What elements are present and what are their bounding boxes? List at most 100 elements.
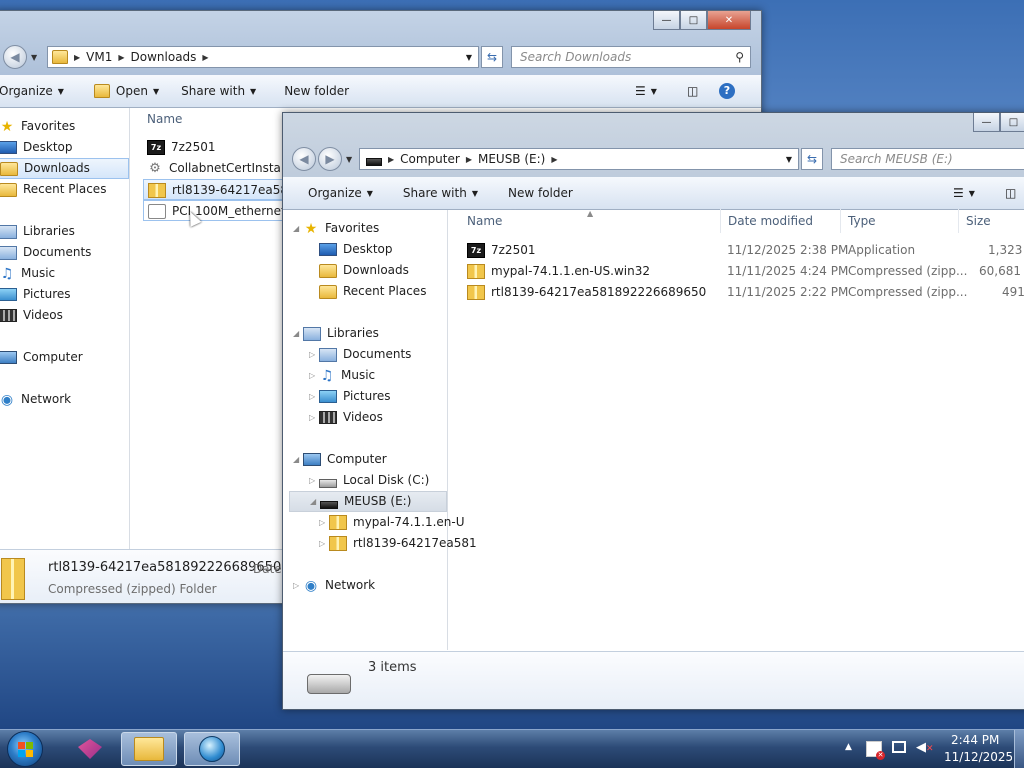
breadcrumb-vm1[interactable]: VM1 bbox=[80, 50, 118, 64]
nav-network[interactable]: ◉ Network bbox=[0, 389, 71, 410]
expand-triangle-icon[interactable]: ▷ bbox=[309, 407, 319, 428]
new-folder-button[interactable]: New folder bbox=[500, 186, 581, 200]
column-header-name[interactable]: Name bbox=[467, 209, 502, 233]
file-row[interactable]: ⚙ CollabnetCertInstaller bbox=[147, 158, 300, 179]
nav-favorites[interactable]: ◢ ★ Favorites bbox=[293, 218, 379, 239]
collapse-triangle-icon[interactable]: ◢ bbox=[293, 323, 303, 344]
nav-label: Computer bbox=[23, 350, 83, 364]
expand-triangle-icon[interactable]: ▷ bbox=[319, 512, 329, 533]
back-button[interactable]: ◀ bbox=[292, 147, 316, 171]
nav-downloads[interactable]: Downloads bbox=[319, 260, 409, 281]
minimize-button[interactable]: — bbox=[973, 113, 1000, 132]
windows-logo-icon bbox=[17, 741, 33, 757]
nav-documents[interactable]: Documents bbox=[0, 242, 91, 263]
show-hidden-icons-button[interactable]: ▲ bbox=[845, 742, 852, 752]
column-header-name[interactable]: Name bbox=[147, 107, 182, 131]
help-icon[interactable]: ? bbox=[711, 83, 743, 99]
nav-documents[interactable]: ▷ Documents bbox=[309, 344, 411, 365]
nav-libraries[interactable]: Libraries bbox=[0, 221, 75, 242]
nav-desktop[interactable]: Desktop bbox=[319, 239, 393, 260]
nav-computer[interactable]: ◢ Computer bbox=[293, 449, 387, 470]
clock-date[interactable]: 11/12/2025 bbox=[944, 750, 1013, 764]
refresh-button[interactable]: ⇆ bbox=[801, 148, 823, 170]
expand-triangle-icon[interactable]: ▷ bbox=[309, 365, 319, 386]
preview-pane-button[interactable]: ◫ bbox=[679, 84, 706, 98]
nav-videos[interactable]: Videos bbox=[0, 305, 63, 326]
nav-pictures[interactable]: Pictures bbox=[0, 284, 71, 305]
preview-pane-button[interactable]: ◫ bbox=[997, 186, 1024, 200]
nav-label: Favorites bbox=[325, 221, 380, 235]
volume-muted-icon[interactable]: ◀✕ bbox=[916, 741, 934, 756]
file-row[interactable]: 7z 7z2501 11/12/2025 2:38 PM Application … bbox=[449, 240, 1024, 261]
nav-local-disk[interactable]: ▷ Local Disk (C:) bbox=[309, 470, 429, 491]
share-with-button[interactable]: Share with ▼ bbox=[173, 84, 264, 98]
history-dropdown-icon[interactable]: ▼ bbox=[31, 53, 37, 62]
forward-button[interactable]: ▶ bbox=[318, 147, 342, 171]
setup-icon bbox=[148, 204, 166, 219]
file-row[interactable]: rtl8139-64217ea581892226689650 11/11/202… bbox=[449, 282, 1024, 303]
nav-pictures[interactable]: ▷ Pictures bbox=[309, 386, 391, 407]
nav-meusb-subfolder[interactable]: ▷ rtl8139-64217ea581 bbox=[319, 533, 477, 554]
nav-network[interactable]: ▷ ◉ Network bbox=[293, 575, 375, 596]
collapse-triangle-icon[interactable]: ◢ bbox=[310, 491, 320, 512]
file-row-selected[interactable]: rtl8139-64217ea581892 bbox=[143, 179, 283, 200]
nav-music[interactable]: ▷ ♫ Music bbox=[309, 365, 375, 386]
action-center-icon[interactable]: ✕ bbox=[866, 741, 885, 760]
expand-triangle-icon[interactable]: ▷ bbox=[309, 470, 319, 491]
address-bar[interactable]: ▶ VM1 ▶ Downloads ▶ ▼ bbox=[47, 46, 479, 68]
nav-meusb-subfolder[interactable]: ▷ mypal-74.1.1.en-U bbox=[319, 512, 465, 533]
search-input[interactable]: Search MEUSB (E:) bbox=[831, 148, 1024, 170]
nav-videos[interactable]: ▷ Videos bbox=[309, 407, 383, 428]
nav-meusb[interactable]: ◢ MEUSB (E:) bbox=[289, 491, 447, 512]
share-with-button[interactable]: Share with ▼ bbox=[395, 186, 486, 200]
network-tray-icon[interactable] bbox=[892, 741, 906, 753]
nav-computer[interactable]: Computer bbox=[0, 347, 83, 368]
organize-button[interactable]: Organize ▼ bbox=[0, 84, 72, 98]
collapse-triangle-icon[interactable]: ◢ bbox=[293, 449, 303, 470]
maximize-button[interactable]: □ bbox=[1000, 113, 1024, 132]
nav-recent-places[interactable]: Recent Places bbox=[0, 179, 106, 200]
views-button[interactable]: ☰ ▼ bbox=[945, 186, 983, 200]
open-button[interactable]: Open ▼ bbox=[86, 84, 167, 98]
nav-downloads[interactable]: Downloads bbox=[0, 158, 129, 179]
address-dropdown-icon[interactable]: ▼ bbox=[786, 155, 792, 164]
breadcrumb-computer[interactable]: Computer bbox=[394, 152, 466, 166]
nav-recent-places[interactable]: Recent Places bbox=[319, 281, 426, 302]
expand-triangle-icon[interactable]: ▷ bbox=[319, 533, 329, 554]
taskbar-app-button[interactable] bbox=[62, 732, 118, 766]
expand-triangle-icon[interactable]: ▷ bbox=[293, 575, 303, 596]
column-header-type[interactable]: Type bbox=[848, 209, 876, 233]
expand-triangle-icon[interactable]: ▷ bbox=[309, 386, 319, 407]
file-row[interactable]: 7z 7z2501 bbox=[147, 137, 215, 158]
address-dropdown-icon[interactable]: ▼ bbox=[466, 53, 472, 62]
taskbar-explorer-button[interactable] bbox=[121, 732, 177, 766]
nav-libraries[interactable]: ◢ Libraries bbox=[293, 323, 379, 344]
file-name: mypal-74.1.1.en-US.win32 bbox=[491, 264, 650, 278]
maximize-button[interactable]: □ bbox=[680, 11, 707, 30]
file-row[interactable]: mypal-74.1.1.en-US.win32 11/11/2025 4:24… bbox=[449, 261, 1024, 282]
close-button[interactable]: ✕ bbox=[707, 11, 751, 30]
history-dropdown-icon[interactable]: ▼ bbox=[346, 155, 352, 164]
refresh-button[interactable]: ⇆ bbox=[481, 46, 503, 68]
taskbar-browser-button[interactable] bbox=[184, 732, 240, 766]
organize-button[interactable]: Organize ▼ bbox=[300, 186, 381, 200]
new-folder-button[interactable]: New folder bbox=[276, 84, 357, 98]
file-row[interactable]: PCI 100M_ethernet_d bbox=[143, 200, 283, 221]
views-button[interactable]: ☰ ▼ bbox=[627, 84, 665, 98]
nav-music[interactable]: ♫ Music bbox=[0, 263, 55, 284]
start-button[interactable] bbox=[7, 731, 43, 767]
back-button[interactable]: ◀ bbox=[3, 45, 27, 69]
expand-triangle-icon[interactable]: ▷ bbox=[309, 344, 319, 365]
column-header-size[interactable]: Size bbox=[966, 209, 991, 233]
show-desktop-button[interactable] bbox=[1014, 730, 1024, 768]
minimize-button[interactable]: — bbox=[653, 11, 680, 30]
column-header-date[interactable]: Date modified bbox=[728, 209, 813, 233]
collapse-triangle-icon[interactable]: ◢ bbox=[293, 218, 303, 239]
clock-time[interactable]: 2:44 PM bbox=[951, 733, 999, 747]
search-input[interactable]: Search Downloads ⚲ bbox=[511, 46, 751, 68]
breadcrumb-downloads[interactable]: Downloads bbox=[125, 50, 203, 64]
address-bar[interactable]: ▶ Computer ▶ MEUSB (E:) ▶ ▼ bbox=[359, 148, 799, 170]
nav-favorites[interactable]: ★ Favorites bbox=[0, 116, 76, 137]
breadcrumb-meusb[interactable]: MEUSB (E:) bbox=[472, 152, 551, 166]
nav-desktop[interactable]: Desktop bbox=[0, 137, 73, 158]
